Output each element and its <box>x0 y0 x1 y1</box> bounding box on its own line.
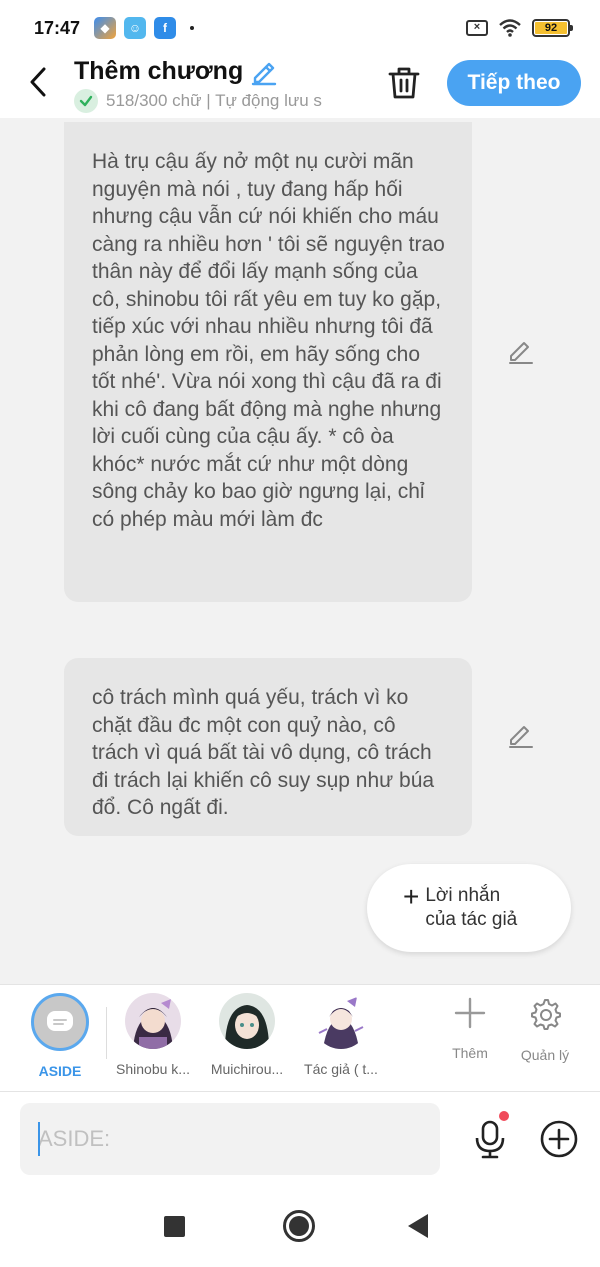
notification-icons: ◆ ☺ f <box>94 17 195 39</box>
edit-message-icon[interactable] <box>506 335 536 365</box>
status-time: 17:47 <box>34 17 81 38</box>
character-aside[interactable]: ASIDE <box>15 993 105 1079</box>
edit-title-icon[interactable] <box>249 56 279 86</box>
chevron-left-icon <box>30 67 46 97</box>
battery-icon: 92 <box>532 19 573 37</box>
plus-icon <box>454 997 486 1029</box>
character-author[interactable]: Tác giả ( t... <box>296 993 386 1077</box>
aside-avatar <box>31 993 89 1051</box>
divider <box>106 1007 107 1059</box>
chat-bubble-icon <box>47 1011 73 1031</box>
avatar <box>125 993 181 1049</box>
page-title: Thêm chương <box>74 56 244 85</box>
plus-icon: + <box>403 881 420 912</box>
delete-button[interactable] <box>384 62 424 104</box>
voice-input-button[interactable] <box>470 1111 510 1164</box>
app-icon-1: ◆ <box>94 17 117 39</box>
character-label: ASIDE <box>38 1063 82 1079</box>
avatar <box>313 993 369 1049</box>
no-sim-icon: × <box>466 20 488 36</box>
manage-characters-button[interactable]: Quản lý <box>515 997 575 1063</box>
facebook-icon: f <box>154 17 177 39</box>
character-bar: ASIDE Shinobu k... Muichirou... Tác giả … <box>0 984 600 1092</box>
saved-check-icon <box>74 89 98 113</box>
system-back-button[interactable] <box>408 1214 428 1238</box>
trash-icon <box>388 67 420 99</box>
header: Thêm chương 518/300 chữ | Tự động lưu s … <box>0 56 600 118</box>
add-circle-icon[interactable] <box>538 1118 580 1160</box>
gear-icon <box>531 999 561 1030</box>
status-bar: 17:47 ◆ ☺ f × 92 <box>0 0 600 56</box>
text-cursor <box>38 1122 40 1156</box>
notification-dot <box>499 1111 509 1121</box>
add-label: Thêm <box>452 1045 488 1061</box>
home-button[interactable] <box>283 1210 315 1242</box>
recent-apps-button[interactable] <box>164 1216 185 1237</box>
word-count-status: 518/300 chữ | Tự động lưu s <box>106 91 322 110</box>
chat-content[interactable]: Hà trụ cậu ấy nở một nụ cười mãn nguyện … <box>0 118 600 984</box>
message-bubble[interactable]: Hà trụ cậu ấy nở một nụ cười mãn nguyện … <box>64 122 472 602</box>
add-character-button[interactable]: Thêm <box>440 997 500 1061</box>
character-label: Tác giả ( t... <box>304 1061 378 1077</box>
wifi-icon <box>499 19 521 37</box>
next-button[interactable]: Tiếp theo <box>447 60 581 106</box>
character-muichirou[interactable]: Muichirou... <box>202 993 292 1077</box>
character-label: Shinobu k... <box>116 1061 190 1077</box>
character-shinobu[interactable]: Shinobu k... <box>108 993 198 1077</box>
back-button[interactable] <box>22 64 54 100</box>
author-note-button[interactable]: + Lời nhắn của tác giả <box>367 864 571 952</box>
battery-level: 92 <box>535 22 567 34</box>
home-icon <box>289 1216 309 1236</box>
input-bar <box>0 1092 600 1188</box>
more-notifications-icon <box>190 26 195 30</box>
system-nav-bar <box>0 1188 600 1267</box>
app-icon-2: ☺ <box>124 17 147 39</box>
edit-message-icon[interactable] <box>506 719 536 749</box>
avatar <box>219 993 275 1049</box>
character-label: Muichirou... <box>210 1061 284 1077</box>
manage-label: Quản lý <box>520 1047 570 1063</box>
message-bubble[interactable]: cô trách mình quá yếu, trách vì ko chặt … <box>64 658 472 836</box>
author-note-label: Lời nhắn của tác giả <box>425 885 518 930</box>
microphone-icon <box>475 1120 505 1159</box>
message-input[interactable] <box>20 1103 440 1175</box>
